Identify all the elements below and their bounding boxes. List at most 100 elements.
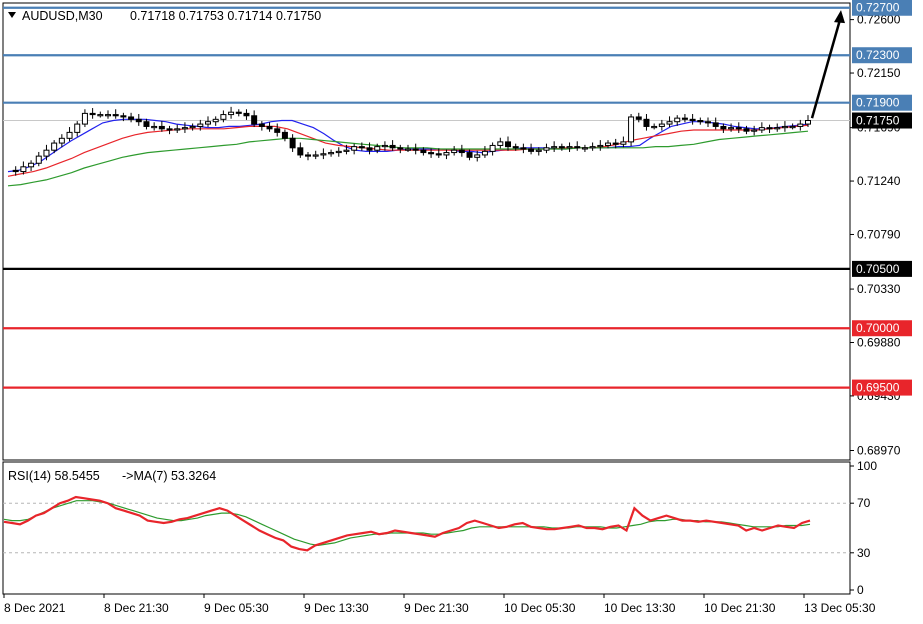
candle-body	[797, 123, 804, 127]
candle-body	[620, 141, 627, 145]
candle-body	[220, 114, 227, 120]
candle-body	[243, 112, 250, 117]
candle-body	[697, 120, 704, 123]
candle-body	[43, 149, 50, 157]
candle-body	[574, 146, 581, 149]
candle-body	[520, 147, 527, 150]
candle-body	[305, 154, 311, 157]
candle-body	[351, 146, 358, 151]
candle-body	[458, 149, 465, 154]
price-tick-label: 0.71240	[857, 174, 901, 188]
candle-body	[312, 154, 319, 157]
candle-body	[212, 118, 219, 123]
symbol-label: AUDUSD,M30	[22, 9, 103, 23]
candle-body	[543, 147, 550, 151]
time-tick-label: 10 Dec 13:30	[604, 601, 676, 615]
candle-body	[181, 127, 188, 130]
candle-body	[643, 118, 650, 127]
time-tick-label: 9 Dec 13:30	[304, 601, 369, 615]
candle-body	[58, 137, 65, 144]
ohlc-values: 0.71718 0.71753 0.71714 0.71750	[130, 9, 321, 23]
time-tick-label: 10 Dec 21:30	[704, 601, 776, 615]
candle-body	[28, 162, 35, 168]
candle-body	[297, 147, 304, 156]
candle-body	[166, 128, 173, 131]
candle-body	[281, 131, 288, 139]
candle-body	[366, 147, 373, 151]
candle-body	[497, 141, 504, 146]
candle-body	[489, 144, 496, 152]
candle-body	[381, 144, 388, 148]
price-tick-label: 0.70790	[857, 227, 901, 241]
candle-body	[35, 155, 42, 164]
price-tick-label: 0.68970	[857, 444, 901, 458]
candle-body	[397, 147, 404, 150]
candle-body	[589, 146, 596, 149]
price-tick-label: 0.70330	[857, 282, 901, 296]
candle-body	[551, 146, 558, 149]
candle-body	[789, 125, 796, 129]
candle-body	[66, 131, 73, 139]
candle-body	[343, 149, 350, 152]
candle-body	[320, 153, 327, 156]
level-label: 0.71900	[856, 96, 900, 110]
candle-body	[751, 129, 758, 132]
candle-body	[728, 127, 735, 130]
candle-body	[81, 112, 88, 125]
candle-body	[451, 149, 458, 154]
level-label: 0.69500	[856, 381, 900, 395]
candle-body	[143, 121, 150, 127]
time-tick-label: 9 Dec 21:30	[404, 601, 469, 615]
candle-body	[112, 114, 119, 117]
candle-body	[805, 120, 811, 125]
time-axis: 8 Dec 2021 8 Dec 21:30 9 Dec 05:30 9 Dec 13…	[3, 594, 876, 615]
candle-body	[651, 125, 658, 129]
candle-body	[597, 144, 604, 148]
candle-body	[605, 142, 611, 146]
candle-body	[674, 117, 681, 123]
candle-body	[735, 127, 742, 130]
candle-body	[174, 128, 181, 131]
level-label: 0.72700	[856, 1, 900, 15]
candle-body	[12, 169, 19, 173]
candle-body	[758, 127, 765, 131]
candle-body	[389, 144, 396, 149]
rsi-tick-label: 70	[857, 496, 871, 510]
chart-header: AUDUSD,M30 0.71718 0.71753 0.71714 0.717…	[8, 9, 321, 23]
candle-body	[197, 123, 204, 127]
candle-body	[528, 148, 535, 152]
rsi-tick-label: 30	[857, 546, 871, 560]
price-tick-label: 0.69880	[857, 335, 901, 349]
candle-body	[666, 121, 673, 125]
candle-body	[466, 152, 473, 158]
candle-body	[158, 125, 165, 130]
candle-body	[266, 125, 273, 130]
candle-body	[120, 115, 127, 118]
time-tick-label: 8 Dec 21:30	[104, 601, 169, 615]
candle-body	[505, 141, 511, 148]
candle-body	[705, 121, 711, 124]
candle-body	[105, 114, 111, 117]
candle-body	[474, 154, 481, 158]
candle-body	[358, 146, 365, 149]
candle-body	[151, 125, 158, 129]
rsi-label: RSI(14) 58.5455	[8, 469, 100, 483]
candle-body	[97, 114, 104, 117]
candle-body	[289, 137, 296, 149]
candle-body	[581, 147, 588, 150]
candle-body	[658, 123, 665, 127]
candle-body	[681, 117, 688, 120]
time-tick-label: 10 Dec 05:30	[504, 601, 576, 615]
candle-body	[689, 118, 696, 122]
level-label: 0.70000	[856, 321, 900, 335]
candle-body	[205, 121, 211, 125]
candle-body	[405, 148, 411, 151]
candle-body	[512, 146, 519, 149]
candle-body	[258, 123, 265, 127]
level-label: 0.70500	[856, 262, 900, 276]
candle-body	[781, 125, 788, 129]
candle-body	[558, 146, 565, 149]
candle-body	[189, 125, 196, 129]
candle-body	[712, 122, 719, 127]
candle-body	[612, 142, 619, 145]
